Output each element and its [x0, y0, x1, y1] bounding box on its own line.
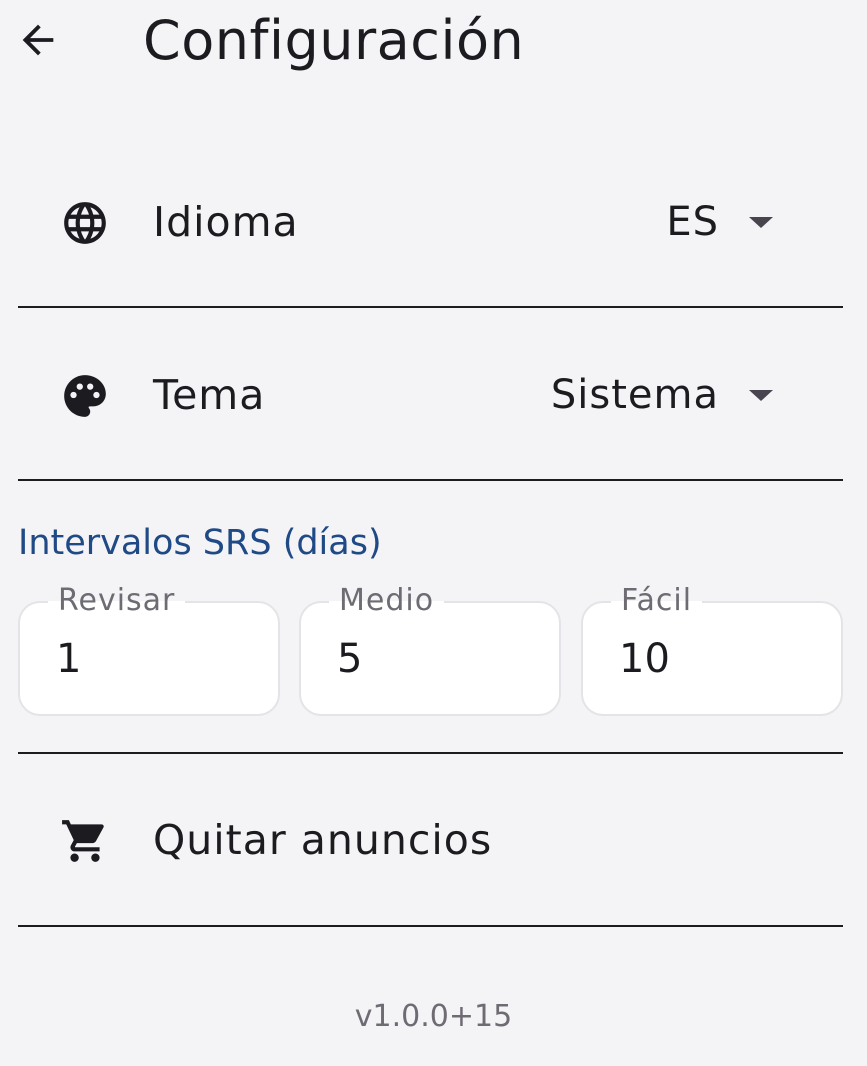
language-setting-row: Idioma ES: [18, 172, 843, 272]
theme-selected-value: Sistema: [550, 372, 719, 418]
remove-ads-label: Quitar anuncios: [153, 816, 493, 864]
medium-interval-field[interactable]: Medio: [299, 581, 561, 716]
language-dropdown[interactable]: ES: [666, 194, 773, 250]
medium-interval-input[interactable]: [337, 633, 537, 685]
medium-interval-label: Medio: [329, 581, 445, 621]
dropdown-arrow-icon: [749, 389, 773, 401]
language-label: Idioma: [153, 198, 299, 246]
review-interval-label: Revisar: [48, 581, 186, 621]
cart-icon: [60, 816, 110, 866]
review-interval-field[interactable]: Revisar: [18, 581, 280, 716]
app-version: v1.0.0+15: [354, 999, 513, 1034]
globe-icon: [60, 198, 110, 248]
page-title: Configuración: [143, 9, 525, 72]
divider: [18, 925, 843, 927]
settings-screen: Configuración Idioma ES Tema Sistema Int…: [0, 0, 867, 1066]
dropdown-arrow-icon: [749, 216, 773, 228]
theme-label: Tema: [153, 371, 266, 419]
divider: [18, 306, 843, 308]
review-interval-input[interactable]: [56, 633, 256, 685]
arrow-back-icon: [22, 24, 54, 56]
theme-dropdown[interactable]: Sistema: [551, 367, 773, 423]
theme-setting-row: Tema Sistema: [18, 345, 843, 445]
back-button[interactable]: [12, 14, 64, 66]
divider: [18, 479, 843, 481]
srs-section-title: Intervalos SRS (días): [18, 523, 382, 563]
divider: [18, 752, 843, 754]
language-selected-value: ES: [666, 199, 719, 245]
easy-interval-input[interactable]: [619, 633, 819, 685]
remove-ads-row[interactable]: Quitar anuncios: [18, 790, 843, 890]
palette-icon: [60, 371, 110, 421]
easy-interval-label: Fácil: [611, 581, 703, 621]
easy-interval-field[interactable]: Fácil: [581, 581, 843, 716]
